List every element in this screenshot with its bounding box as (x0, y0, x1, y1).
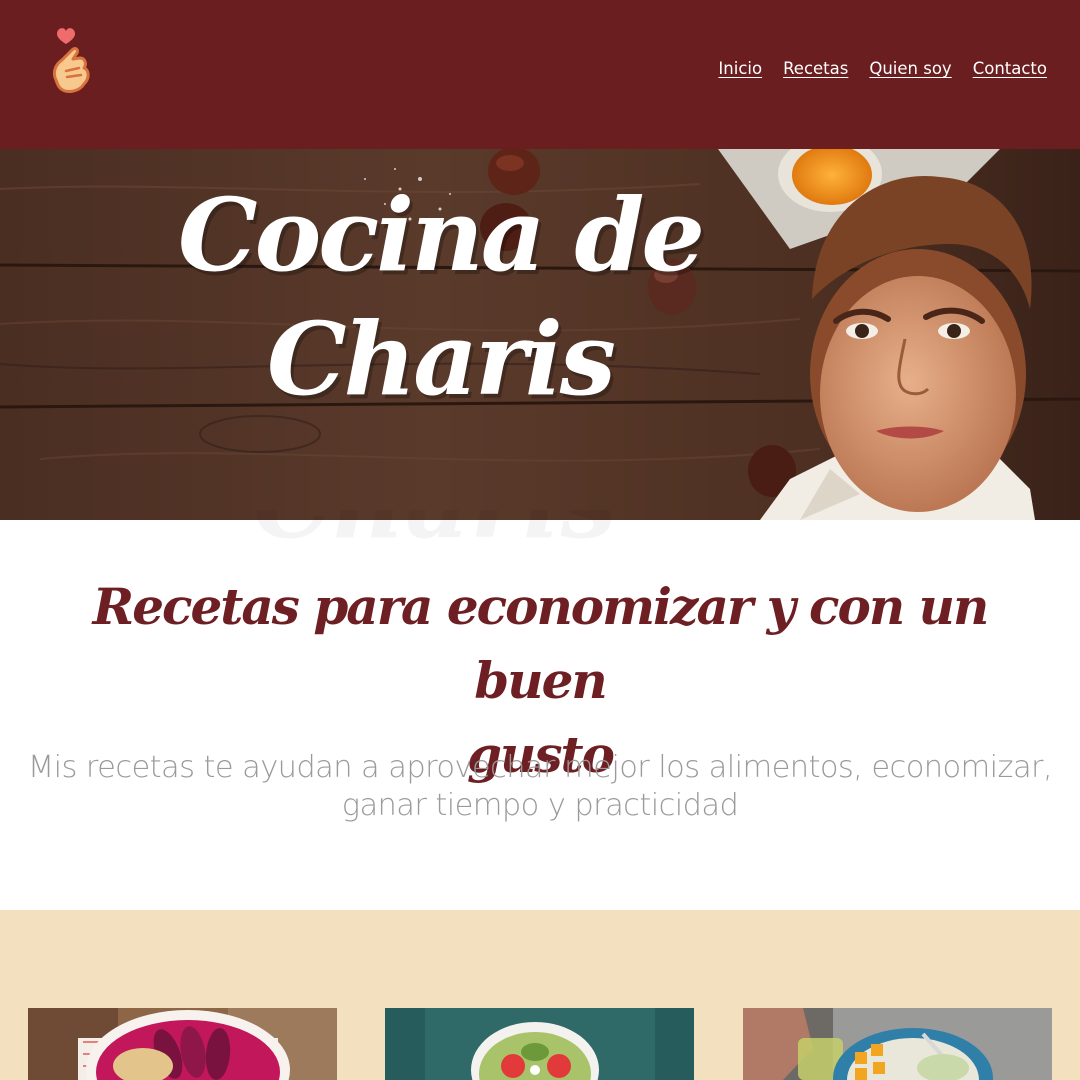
recipe-card-mango-salad[interactable] (743, 1008, 1052, 1080)
mango-salad-image (743, 1008, 1052, 1080)
page-subheadline: Mis recetas te ayudan a aprovechar mejor… (20, 749, 1060, 825)
hero-title: Cocina de Charis (160, 173, 720, 421)
green-bowl-image (385, 1008, 694, 1080)
main-nav: Inicio Recetas Quien soy Contacto (718, 58, 1047, 80)
site-header: Inicio Recetas Quien soy Contacto (0, 0, 1080, 149)
nav-recetas[interactable]: Recetas (783, 58, 848, 80)
nav-contacto[interactable]: Contacto (973, 58, 1047, 80)
hero-banner: Cocina de Charis (0, 149, 1080, 520)
nav-quien-soy[interactable]: Quien soy (869, 58, 951, 80)
pitaya-bowl-image (28, 1008, 337, 1080)
hero-title-line-2: Charis (266, 300, 616, 418)
headline-line-1: Recetas para economizar y con un buen (92, 577, 990, 710)
hero-title-shadow-text: Charis (250, 510, 620, 562)
hero-title-shadow: Charis (250, 510, 620, 562)
finger-heart-logo[interactable] (46, 22, 94, 106)
subhead-line-1: Mis recetas te ayudan a aprovechar mejor… (27, 750, 1053, 785)
recipe-card-green-bowl[interactable] (385, 1008, 694, 1080)
subhead-line-2: ganar tiempo y practicidad (341, 788, 739, 823)
recipes-section (0, 910, 1080, 1080)
recipe-card-pitaya-bowl[interactable] (28, 1008, 337, 1080)
hero-title-line-1: Cocina de (177, 176, 705, 294)
nav-inicio[interactable]: Inicio (718, 58, 762, 80)
